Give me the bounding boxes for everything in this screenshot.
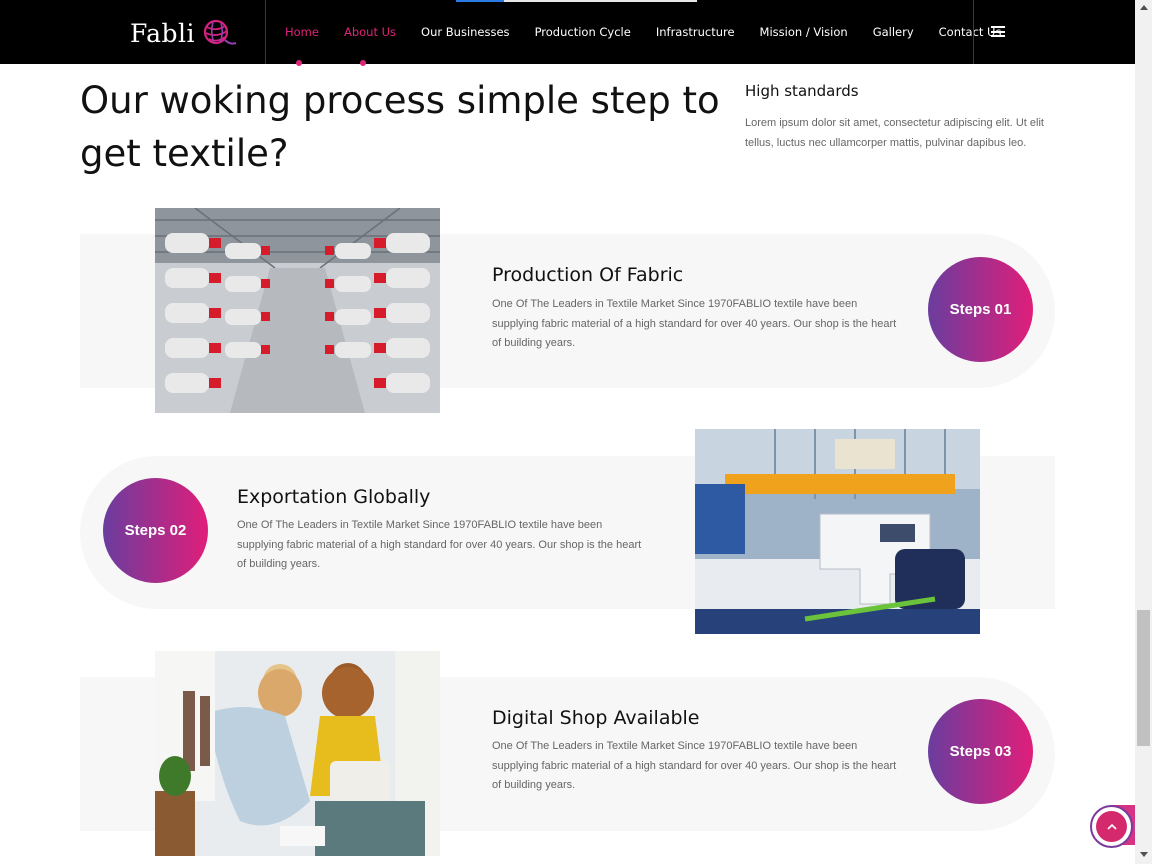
main-nav: Home About Us Our Businesses Production … <box>285 0 1026 64</box>
section-title: Our woking process simple step to get te… <box>80 79 720 175</box>
step-image-tailoring-shop <box>155 651 440 856</box>
step-badge-3: Steps 03 <box>928 699 1033 804</box>
nav-active-dot-home <box>296 60 302 66</box>
step-title-2: Exportation Globally <box>237 486 431 508</box>
nav-item-mission-vision[interactable]: Mission / Vision <box>760 25 848 39</box>
scrollbar-thumb[interactable] <box>1137 610 1150 746</box>
nav-item-our-businesses[interactable]: Our Businesses <box>421 25 510 39</box>
back-to-top-button[interactable] <box>1090 805 1133 848</box>
yarn-ball-icon <box>203 19 237 45</box>
nav-active-dot-about <box>360 60 366 66</box>
scroll-down-arrow-icon[interactable] <box>1140 852 1148 857</box>
step-text-1: One Of The Leaders in Textile Market Sin… <box>492 298 897 349</box>
high-standards-title: High standards <box>745 82 859 100</box>
logo-text: Fabli <box>130 18 196 48</box>
nav-item-about-us[interactable]: About Us <box>344 25 396 39</box>
nav-item-production-cycle[interactable]: Production Cycle <box>535 25 631 39</box>
header-divider-right <box>973 0 974 64</box>
step-image-sewing-machine <box>695 429 980 634</box>
high-standards-text: Lorem ipsum dolor sit amet, consectetur … <box>745 117 1044 149</box>
site-header: Fabli Home About Us Our Businesses Produ… <box>0 0 1135 64</box>
step-title-3: Digital Shop Available <box>492 707 700 729</box>
nav-item-gallery[interactable]: Gallery <box>873 25 914 39</box>
chevron-up-icon <box>1106 823 1117 830</box>
step-text-2: One Of The Leaders in Textile Market Sin… <box>237 519 642 570</box>
step-text-3: One Of The Leaders in Textile Market Sin… <box>492 740 897 791</box>
step-title-1: Production Of Fabric <box>492 264 684 286</box>
scroll-up-arrow-icon[interactable] <box>1140 5 1148 10</box>
step-image-thread-spools <box>155 208 440 413</box>
header-divider-left <box>265 0 266 64</box>
nav-item-home[interactable]: Home <box>285 25 319 39</box>
logo[interactable]: Fabli <box>130 18 237 48</box>
step-badge-2: Steps 02 <box>103 478 208 583</box>
nav-item-infrastructure[interactable]: Infrastructure <box>656 25 735 39</box>
step-badge-1: Steps 01 <box>928 257 1033 362</box>
hamburger-icon[interactable] <box>991 26 1005 37</box>
